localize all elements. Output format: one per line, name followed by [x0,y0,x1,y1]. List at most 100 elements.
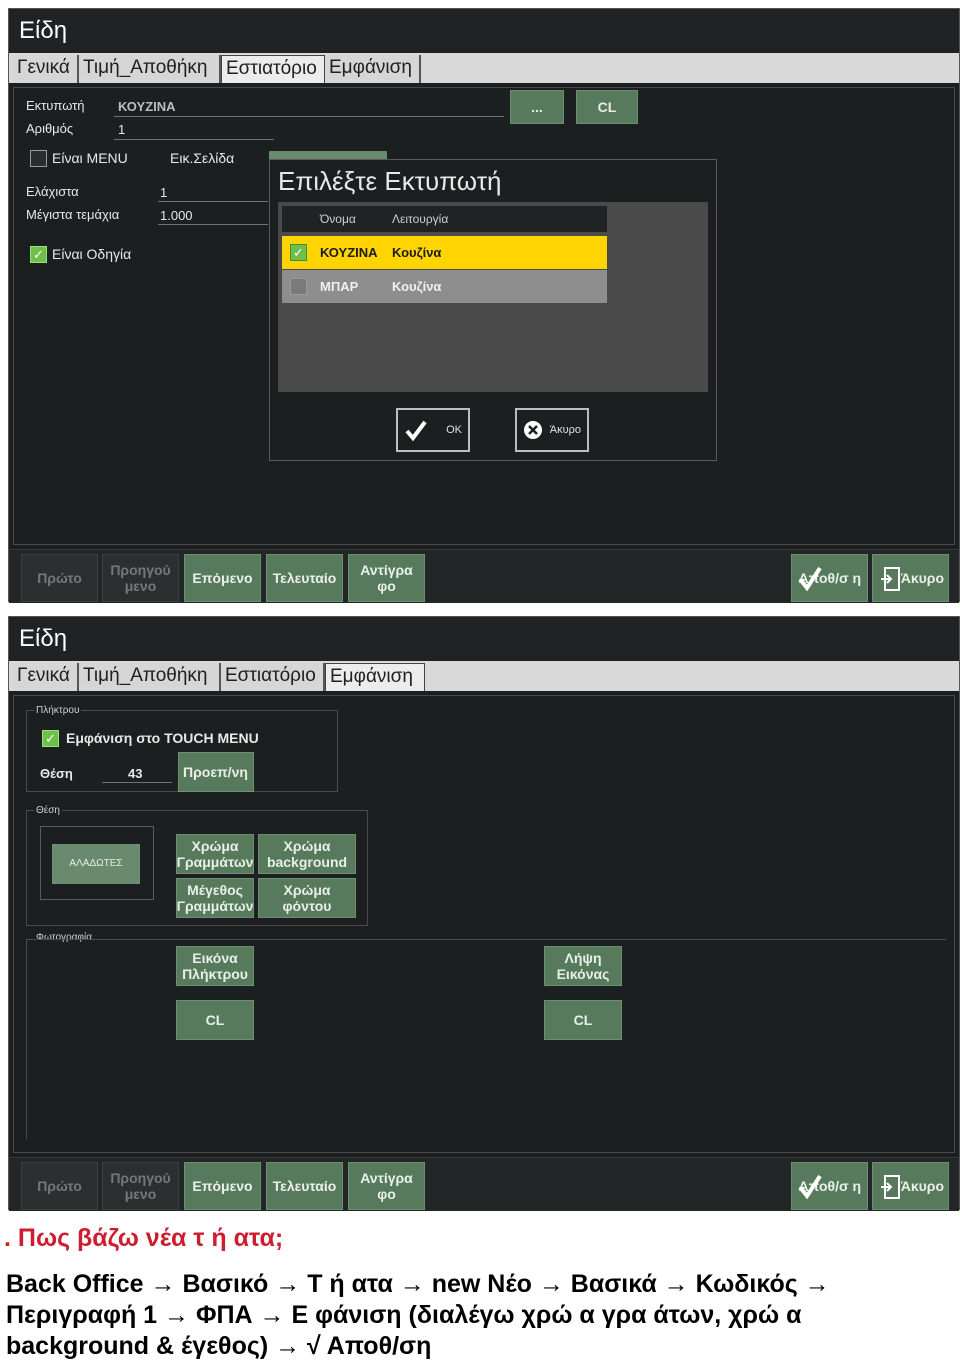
last-button[interactable]: Τελευταίο [266,1162,343,1210]
cancel-button[interactable]: Άκυρο [872,1162,949,1210]
instruction-line: Περιγραφή 1 → ΦΠΑ → Ε φάνιση (διαλέγω χρ… [6,1301,802,1329]
window-title: Είδη [9,617,959,661]
font-background-color-button[interactable]: Χρώμα φόντου [258,878,356,918]
printer-list: Όνομα Λειτουργία ✓ ΚΟΥΖΙΝΑ Κουζίνα ΜΠΑΡ … [278,202,708,392]
first-button[interactable]: Πρώτο [21,554,98,602]
tab-appearance[interactable]: Εμφάνιση [325,663,425,691]
exit-door-icon [881,567,900,591]
number-value[interactable]: 1 [118,122,125,137]
appearance-panel: Πλήκτρου ✓ Εμφάνιση στο TOUCH MENU Θέση … [13,695,955,1153]
printer-list-header: Όνομα Λειτουργία [282,206,607,232]
photo-group-left-line [26,939,27,1139]
is-guide-checkbox[interactable]: ✓ [30,246,47,263]
column-name-header: Όνομα [320,212,356,226]
is-menu-checkbox[interactable] [30,150,47,167]
clear-get-image-button[interactable]: CL [544,1000,622,1040]
photo-group-line [26,939,946,940]
save-button[interactable]: Αποθ/σ η [791,1162,868,1210]
position-group-title: Θέση [34,805,62,816]
copy-button[interactable]: Αντίγρα φο [348,1162,425,1210]
key-image-button[interactable]: Εικόνα Πλήκτρου [176,946,254,986]
min-label: Ελάχιστα [26,184,79,199]
window-title: Είδη [9,9,959,53]
previous-button[interactable]: Προηγού μενο [102,1162,179,1210]
tab-price-stock[interactable]: Τιμή_Αποθήκη [79,663,221,691]
max-value[interactable]: 1.000 [160,208,193,223]
tab-restaurant[interactable]: Εστιατόριο [221,55,325,83]
clear-key-image-button[interactable]: CL [176,1000,254,1040]
row-name: ΜΠΑΡ [320,279,359,294]
printer-underline [114,116,504,117]
tab-price-stock[interactable]: Τιμή_Αποθήκη [79,55,221,83]
column-function-header: Λειτουργία [392,212,449,226]
is-guide-label: Είναι Οδηγία [52,246,132,262]
dialog-title: Επιλέξτε Εκτυπωτή [278,166,502,196]
tab-general[interactable]: Γενικά [13,663,79,691]
printer-value[interactable]: ΚΟΥΖΙΝΑ [118,99,176,114]
row-checkbox[interactable]: ✓ [290,244,307,261]
preview-button[interactable]: Προεπ/νη [178,752,254,792]
dialog-cancel-label: Άκυρο [549,424,581,436]
check-icon [798,1174,822,1199]
section-caption: . Πως βάζω νέα τ ή ατα; [4,1224,284,1252]
tab-restaurant[interactable]: Εστιατόριο [221,663,325,691]
number-underline [114,139,274,140]
cancel-label: Άκυρο [900,570,944,586]
select-printer-dialog: Επιλέξτε Εκτυπωτή Όνομα Λειτουργία ✓ ΚΟΥ… [269,159,717,461]
previous-button[interactable]: Προηγού μενο [102,554,179,602]
position-underline [102,782,172,783]
dialog-ok-button[interactable]: OK [396,408,470,452]
save-button[interactable]: Αποθ/σ η [791,554,868,602]
number-label: Αριθμός [26,121,74,136]
tab-appearance[interactable]: Εμφάνιση [325,55,421,83]
max-label: Μέγιστα τεμάχια [26,207,120,222]
row-function: Κουζίνα [392,245,442,260]
next-button[interactable]: Επόμενο [184,554,261,602]
list-item[interactable]: ΜΠΑΡ Κουζίνα [282,270,607,303]
navigation-bar: Πρώτο Προηγού μενο Επόμενο Τελευταίο Αντ… [9,1157,959,1211]
dialog-cancel-button[interactable]: Άκυρο [515,408,589,452]
first-button[interactable]: Πρώτο [21,1162,98,1210]
get-image-button[interactable]: Λήψη Εικόνας [544,946,622,986]
check-icon [798,566,822,591]
show-touch-label: Εμφάνιση στο TOUCH MENU [66,730,259,746]
row-name: ΚΟΥΖΙΝΑ [320,245,378,260]
last-button[interactable]: Τελευταίο [266,554,343,602]
items-window-restaurant: Είδη Γενικά Τιμή_Αποθήκη Εστιατόριο Εμφά… [8,8,960,603]
copy-button[interactable]: Αντίγρα φο [348,554,425,602]
photo-group-title: Φωτογραφία [34,932,94,943]
browse-printer-button[interactable]: ... [510,90,564,124]
pic-page-label: Εικ.Σελίδα [170,150,235,166]
items-window-appearance: Είδη Γενικά Τιμή_Αποθήκη Εστιατόριο Εμφά… [8,616,960,1211]
navigation-bar: Πρώτο Προηγού μενο Επόμενο Τελευταίο Αντ… [9,549,959,603]
min-underline [158,201,268,202]
check-icon [405,420,427,442]
background-color-button[interactable]: Χρώμα background [258,834,356,874]
row-function: Κουζίνα [392,279,442,294]
min-value[interactable]: 1 [160,185,167,200]
position-label: Θέση [40,766,73,781]
sample-key-preview: ΑΛΑΔΩΤΕΣ [52,844,140,884]
row-checkbox[interactable] [290,278,307,295]
is-menu-label: Είναι MENU [52,150,128,166]
list-item[interactable]: ✓ ΚΟΥΖΙΝΑ Κουζίνα [282,236,607,269]
cancel-label: Άκυρο [900,1178,944,1194]
clear-printer-button[interactable]: CL [576,90,638,124]
max-underline [158,224,268,225]
exit-door-icon [881,1175,900,1199]
position-value[interactable]: 43 [128,766,142,781]
tab-bar: Γενικά Τιμή_Αποθήκη Εστιατόριο Εμφάνιση [9,53,959,83]
text-color-button[interactable]: Χρώμα Γραμμάτων [176,834,254,874]
dialog-accent-bar [269,151,387,159]
next-button[interactable]: Επόμενο [184,1162,261,1210]
key-group-title: Πλήκτρου [34,705,82,716]
text-size-button[interactable]: Μέγεθος Γραμμάτων [176,878,254,918]
cancel-button[interactable]: Άκυρο [872,554,949,602]
instruction-line: Back Office → Βασικό → Τ ή ατα → new Νέο… [6,1270,830,1298]
tab-bar: Γενικά Τιμή_Αποθήκη Εστιατόριο Εμφάνιση [9,661,959,691]
tab-general[interactable]: Γενικά [13,55,79,83]
show-touch-checkbox[interactable]: ✓ [42,730,59,747]
close-icon [524,421,542,439]
printer-label: Εκτυπωτή [26,98,85,113]
dialog-ok-label: OK [446,424,462,436]
